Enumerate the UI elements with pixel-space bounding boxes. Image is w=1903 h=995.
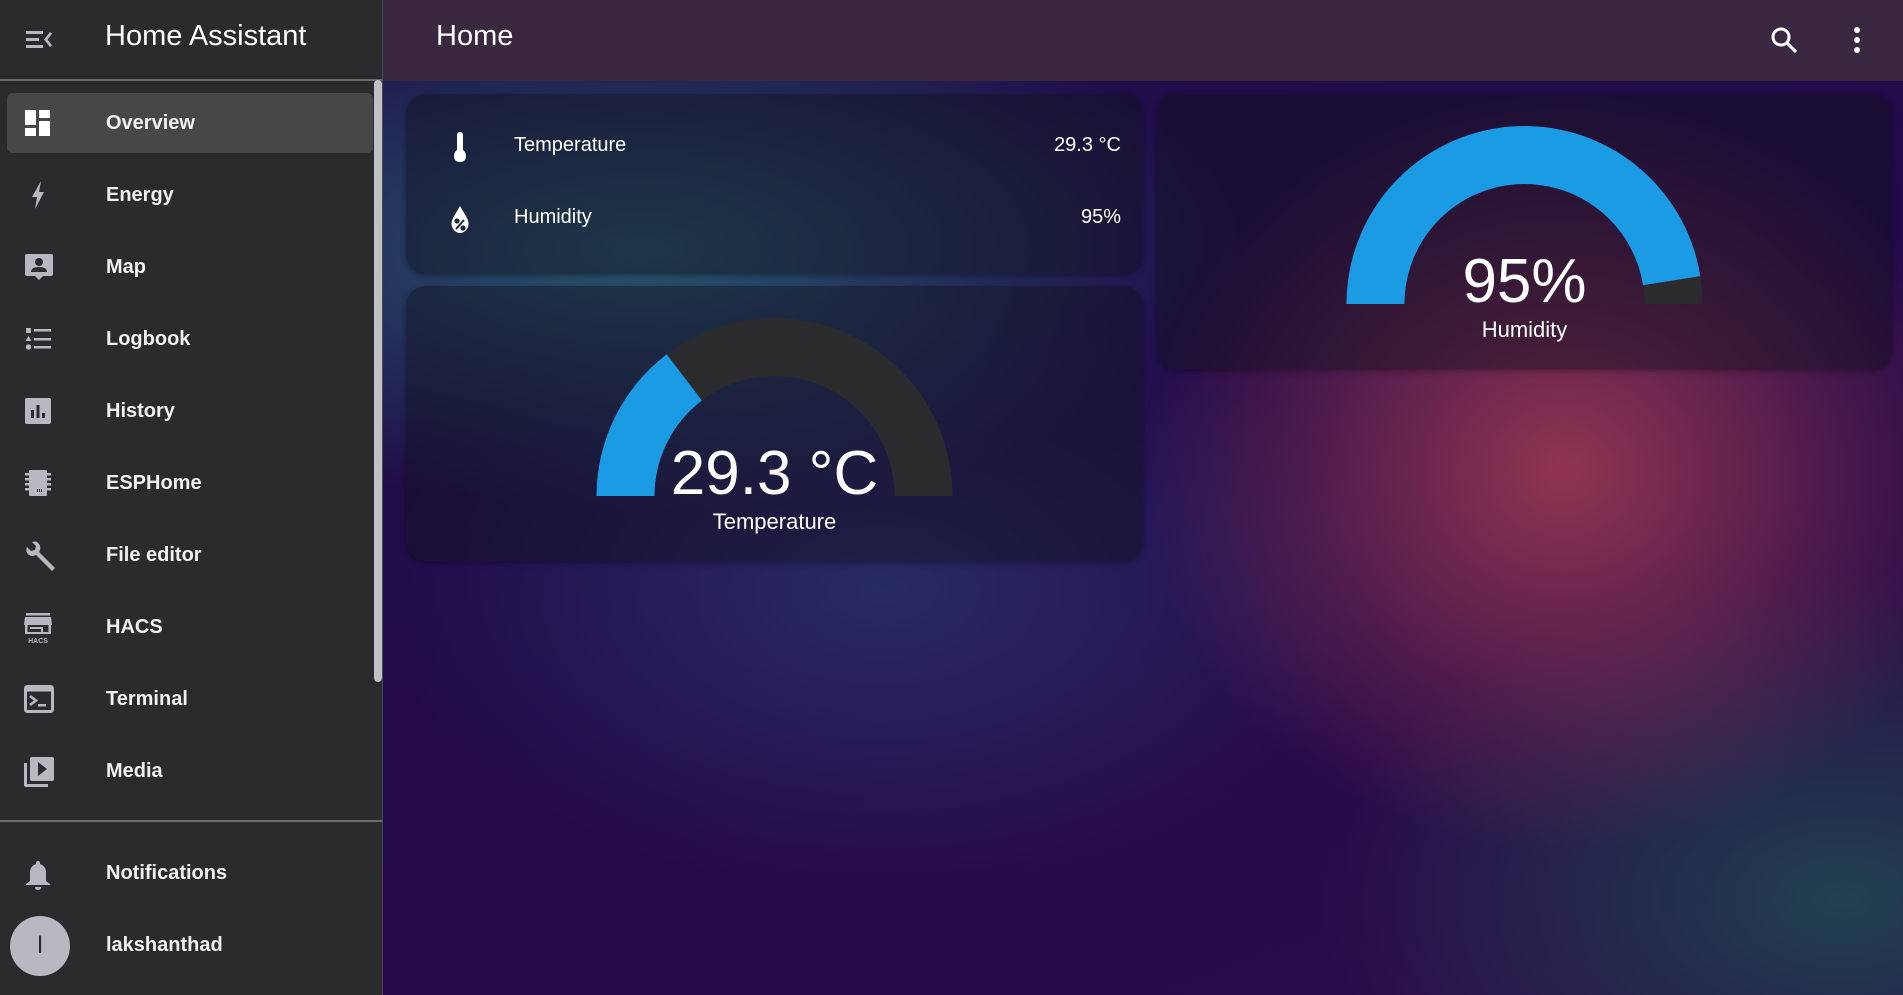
- water-percent-icon: [446, 204, 474, 233]
- search-icon[interactable]: [1764, 20, 1804, 60]
- wrench-icon: [24, 541, 55, 571]
- sidebar-item-label: ESPHome: [106, 471, 202, 494]
- hacs-store-icon: HACS: [24, 613, 52, 645]
- sidebar-item-label: History: [106, 399, 175, 422]
- gauge-name: Humidity: [1481, 317, 1568, 342]
- entity-name: Humidity: [514, 206, 592, 228]
- menu-open-icon[interactable]: [24, 26, 54, 54]
- sidebar-item-hacs[interactable]: HACS HACS: [7, 597, 373, 657]
- sidebar-header: Home Assistant: [0, 0, 382, 81]
- sidebar-item-label: Energy: [106, 183, 174, 206]
- dots-vertical-icon[interactable]: [1837, 20, 1877, 60]
- entity-name: Temperature: [514, 134, 627, 156]
- gauge-name: Temperature: [712, 509, 837, 534]
- gauge-card-temperature[interactable]: 29.3 °C Temperature: [406, 286, 1143, 561]
- sidebar-item-media[interactable]: Media: [7, 741, 373, 801]
- sidebar-item-energy[interactable]: Energy: [7, 165, 373, 225]
- sidebar-item-label: File editor: [106, 543, 202, 566]
- entity-value: 29.3 °C: [1054, 134, 1121, 156]
- chip-icon: [24, 469, 52, 497]
- lightning-bolt-icon: [24, 181, 52, 209]
- avatar-initial: l: [37, 932, 43, 959]
- console-icon: [24, 685, 54, 713]
- sidebar-item-terminal[interactable]: Terminal: [7, 669, 373, 729]
- sidebar-item-label: Map: [106, 255, 146, 278]
- app-title: Home Assistant: [105, 20, 307, 52]
- page-title: Home: [436, 20, 514, 52]
- svg-text:HACS: HACS: [28, 638, 48, 645]
- avatar[interactable]: l: [10, 916, 70, 976]
- entity-value: 95%: [1080, 206, 1121, 228]
- view-dashboard-icon: [24, 109, 52, 137]
- gauge-card-humidity[interactable]: 95% Humidity: [1157, 94, 1892, 369]
- sidebar-scrollbar[interactable]: [374, 80, 382, 682]
- play-box-multiple-icon: [24, 757, 54, 787]
- sidebar-item-file-editor[interactable]: File editor: [7, 525, 373, 585]
- entities-card: Temperature 29.3 °C Humidity 95%: [406, 94, 1143, 274]
- bell-icon: [24, 859, 52, 890]
- sidebar-item-esphome[interactable]: ESPHome: [7, 453, 373, 513]
- sidebar-item-label: Logbook: [106, 327, 191, 350]
- user-name: lakshanthad: [106, 933, 223, 956]
- thermometer-icon: [446, 132, 474, 162]
- chart-box-icon: [24, 397, 52, 425]
- sidebar-divider: [0, 820, 382, 822]
- format-list-bulleted-type-icon: [24, 325, 52, 353]
- sidebar-item-notifications[interactable]: Notifications: [7, 843, 373, 903]
- gauge-value: 29.3 °C: [670, 439, 879, 508]
- sidebar: Home Assistant Overview Energy Map Logbo…: [0, 0, 383, 995]
- gauge-value: 95%: [1462, 247, 1587, 316]
- sidebar-item-label: Overview: [106, 111, 195, 134]
- map-account-icon: [24, 253, 53, 281]
- sidebar-item-map[interactable]: Map: [7, 237, 373, 297]
- sidebar-item-label: HACS: [106, 615, 163, 638]
- sidebar-item-label: Notifications: [106, 861, 228, 884]
- sidebar-item-overview[interactable]: Overview: [7, 93, 373, 153]
- top-app-bar: Home: [383, 0, 1903, 81]
- sidebar-item-label: Media: [106, 759, 163, 782]
- sidebar-item-history[interactable]: History: [7, 381, 373, 441]
- entity-row-temperature[interactable]: Temperature 29.3 °C: [406, 126, 1143, 166]
- sidebar-item-label: Terminal: [106, 687, 188, 710]
- sidebar-item-logbook[interactable]: Logbook: [7, 309, 373, 369]
- entity-row-humidity[interactable]: Humidity 95%: [406, 198, 1143, 238]
